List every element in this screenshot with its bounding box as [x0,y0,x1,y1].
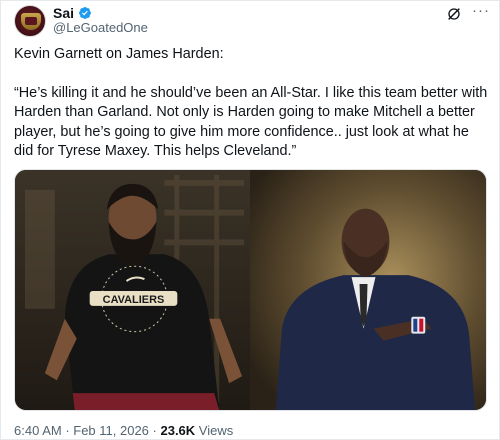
tweet-meta: 6:40 AM · Feb 11, 2026 · 23.6K Views [14,423,233,438]
shirt-wordmark: CAVALIERS [103,294,165,306]
author-avatar[interactable] [14,5,46,37]
author-display-name[interactable]: Sai [53,5,74,21]
more-icon[interactable]: ··· [471,3,491,21]
grok-icon[interactable] [446,6,462,22]
author-handle[interactable]: @LeGoatedOne [53,20,148,35]
verified-badge-icon [79,7,91,19]
tweet-text: Kevin Garnett on James Harden: “He’s kil… [14,45,490,162]
tweet-time[interactable]: 6:40 AM [14,423,62,438]
views-count[interactable]: 23.6K [160,423,195,438]
tweet-date[interactable]: Feb 11, 2026 [73,423,149,438]
meta-separator: · [148,423,161,438]
author-name-row: Sai [53,5,92,21]
tweet-line-intro: Kevin Garnett on James Harden: [14,46,224,62]
tweet-card: Sai @LeGoatedOne ··· Kevin Garnett on Ja… [0,0,500,440]
views-label: Views [195,423,234,438]
tweet-media-photo[interactable]: CAVALIERS [14,169,487,411]
photo-illustration: CAVALIERS [15,170,486,410]
crest-icon [21,13,41,30]
tweet-quote: “He’s killing it and he should’ve been a… [14,84,488,160]
meta-separator: · [61,423,74,438]
